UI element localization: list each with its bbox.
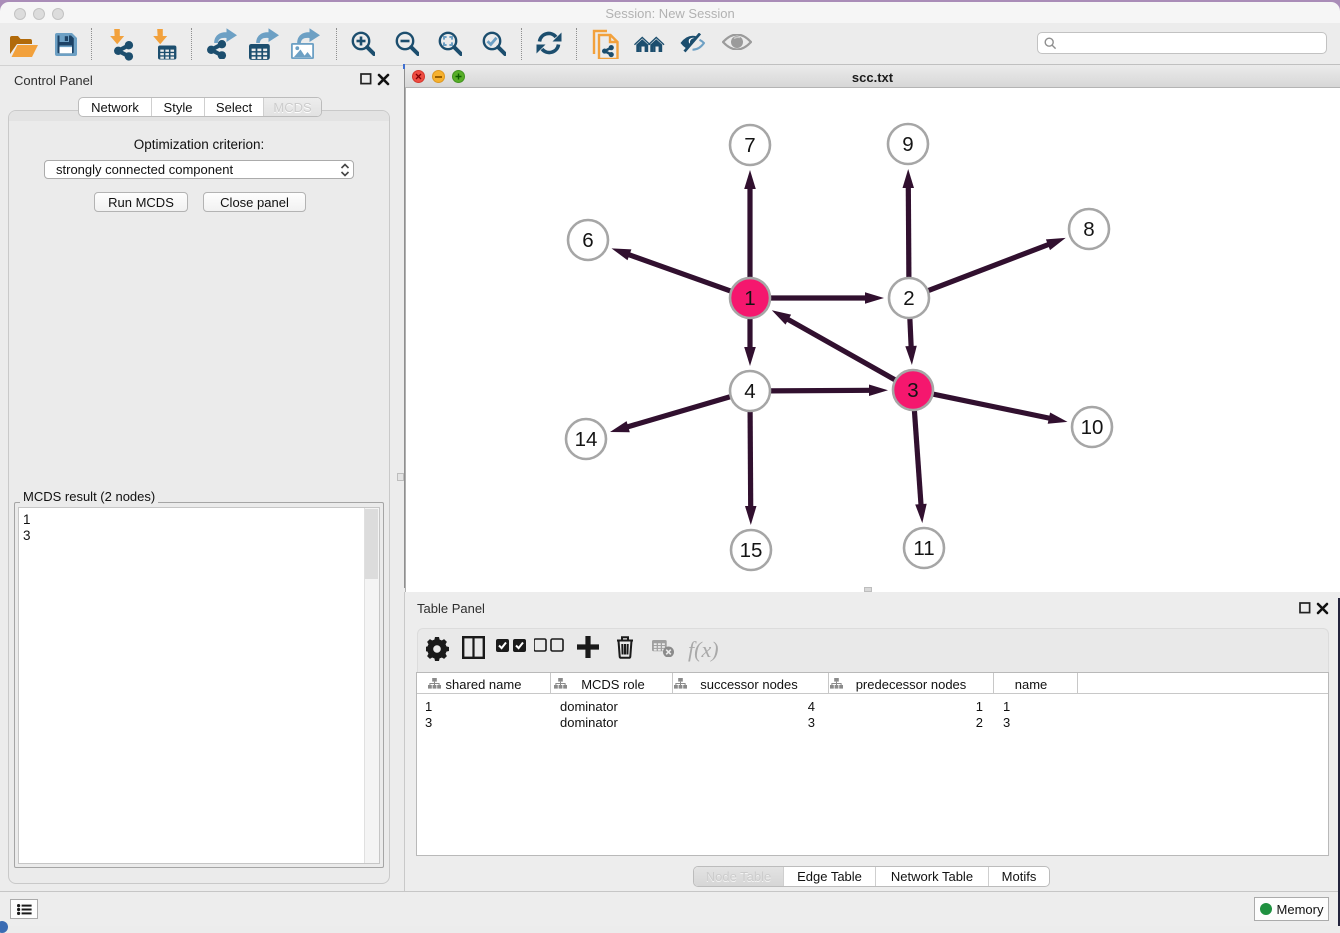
svg-text:11: 11: [913, 537, 934, 560]
svg-text:4: 4: [744, 380, 755, 403]
svg-text:3: 3: [907, 379, 918, 402]
svg-text:1: 1: [744, 287, 755, 310]
svg-text:2: 2: [903, 287, 914, 310]
svg-text:9: 9: [902, 133, 913, 156]
svg-text:7: 7: [744, 134, 755, 157]
svg-text:8: 8: [1083, 218, 1094, 241]
svg-text:10: 10: [1081, 416, 1104, 439]
svg-text:6: 6: [582, 229, 593, 252]
svg-text:14: 14: [575, 428, 598, 451]
svg-text:15: 15: [740, 539, 763, 562]
